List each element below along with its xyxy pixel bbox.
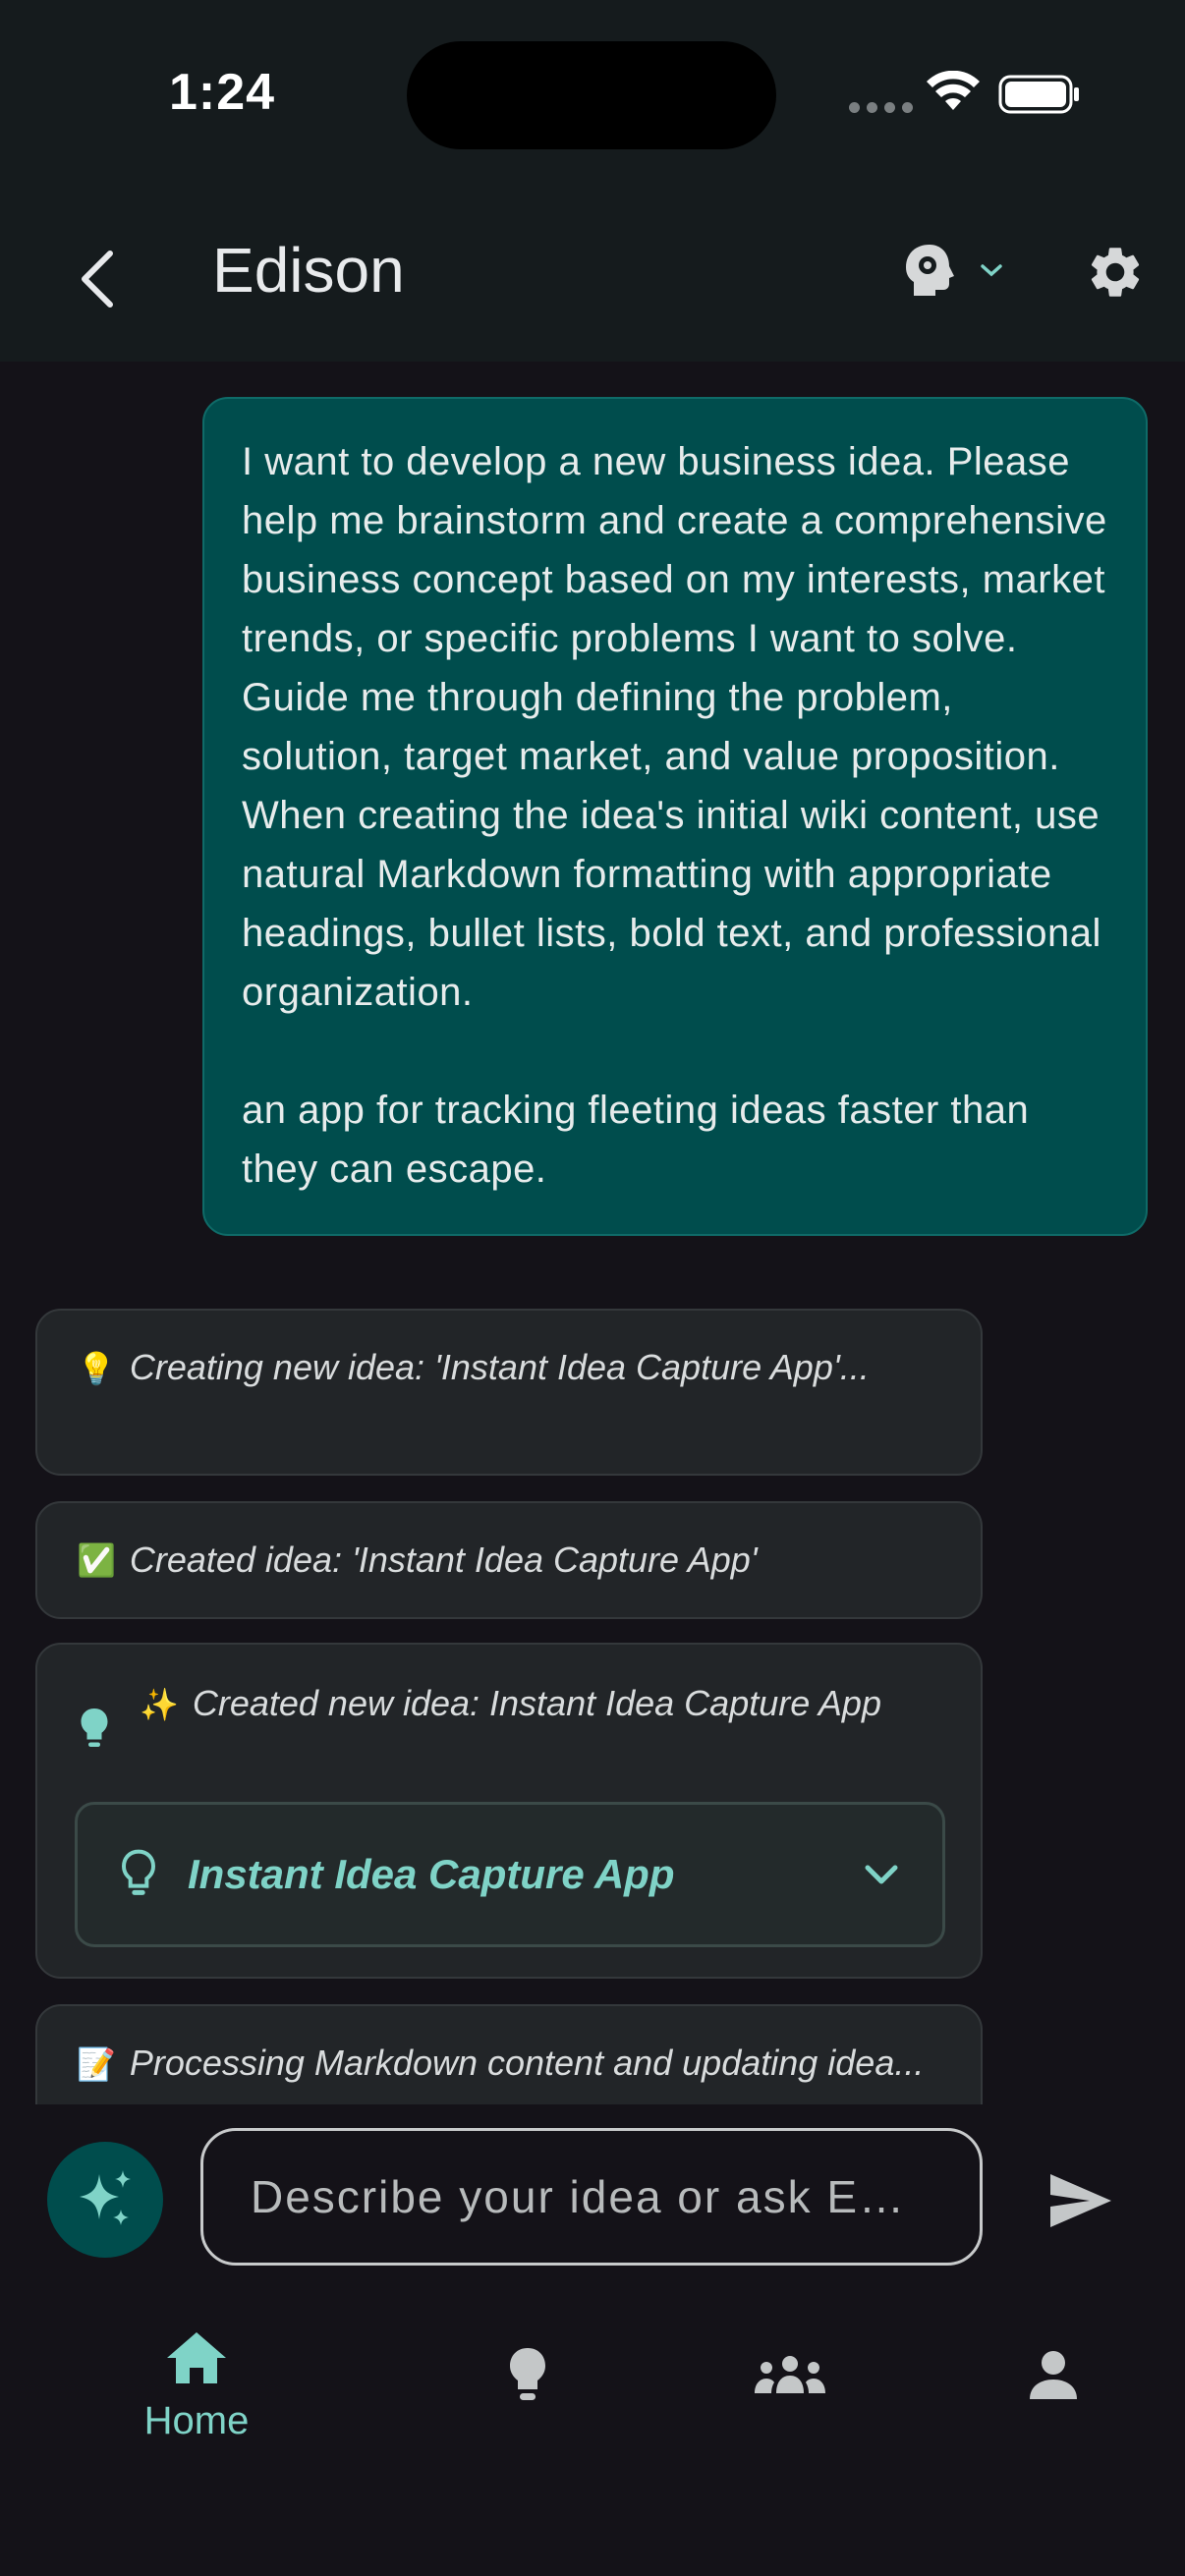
send-icon [1050, 2174, 1111, 2227]
bottom-navigation: Home [0, 2301, 1185, 2576]
sparkles-icon [80, 2170, 131, 2225]
chat-thread[interactable]: I want to develop a new business idea. P… [0, 362, 1185, 2104]
nav-item-profile[interactable] [1026, 2350, 1081, 2401]
status-message-card: 💡 Creating new idea: 'Instant Idea Captur… [35, 1309, 983, 1476]
memo-emoji-icon: 📝 [77, 2046, 116, 2082]
send-button[interactable] [1034, 2154, 1128, 2248]
head-gear-icon [906, 245, 954, 296]
nav-item-community[interactable] [751, 2354, 829, 2395]
nav-item-ideas[interactable] [496, 2344, 559, 2407]
settings-button[interactable] [1079, 236, 1152, 308]
check-emoji-icon: ✅ [77, 1542, 116, 1578]
idea-expand-chip[interactable]: Instant Idea Capture App [75, 1802, 945, 1947]
home-icon [167, 2332, 226, 2383]
lightbulb-icon [81, 1708, 108, 1747]
chevron-down-icon [981, 264, 1002, 277]
status-message-text: Created new idea: Instant Idea Capture A… [192, 1683, 881, 1723]
status-message-text: Created idea: 'Instant Idea Capture App' [129, 1540, 758, 1580]
idea-chip-label: Instant Idea Capture App [188, 1851, 675, 1897]
cellular-signal-icon [849, 102, 913, 113]
gear-icon [1091, 248, 1140, 297]
composer [0, 2104, 1185, 2301]
status-message-card: ✅ Created idea: 'Instant Idea Capture App… [35, 1501, 983, 1619]
wifi-icon [927, 71, 980, 110]
status-message-text: Processing Markdown content and updating… [129, 2043, 925, 2083]
dynamic-island [407, 41, 776, 149]
ai-suggest-button[interactable] [47, 2142, 163, 2258]
message-input[interactable] [200, 2128, 983, 2266]
chevron-left-icon [82, 251, 113, 308]
persona-selector-button[interactable] [902, 236, 1020, 305]
status-time: 1:24 [169, 64, 276, 121]
lightbulb-outline-icon [121, 1849, 156, 1895]
nav-item-home[interactable]: Home [128, 2330, 265, 2443]
nav-item-label: Home [143, 2399, 250, 2442]
people-icon [755, 2356, 825, 2393]
status-message-text: Creating new idea: 'Instant Idea Capture… [129, 1347, 870, 1387]
sparkles-emoji-icon: ✨ [140, 1687, 179, 1722]
page-title: Edison [212, 235, 405, 306]
chevron-down-icon [865, 1865, 898, 1884]
status-message-card: 📝 Processing Markdown content and updatin… [35, 2004, 983, 2104]
back-button[interactable] [57, 240, 136, 318]
battery-icon [998, 75, 1079, 114]
lightbulb-emoji-icon: 💡 [77, 1351, 116, 1386]
idea-created-card: ✨ Created new idea: Instant Idea Capture … [35, 1643, 983, 1979]
person-icon [1030, 2351, 1077, 2399]
lightbulb-icon [510, 2348, 545, 2400]
user-message-bubble: I want to develop a new business idea. P… [202, 397, 1148, 1236]
status-bar: 1:24 [0, 0, 1185, 196]
